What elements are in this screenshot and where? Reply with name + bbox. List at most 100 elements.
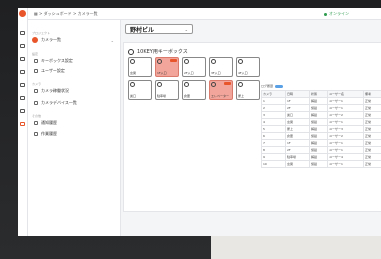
camera-label: 倉庫 (184, 94, 191, 98)
alert-badge (224, 82, 231, 85)
chart-icon[interactable] (20, 83, 25, 87)
cell: 正常 (362, 118, 381, 126)
edit-icon[interactable] (20, 122, 25, 126)
lens-icon (184, 59, 189, 64)
lens-icon (130, 82, 135, 87)
camera-tile-alert[interactable]: エレベーター (209, 80, 233, 100)
people-icon[interactable] (20, 70, 25, 74)
site-selector[interactable]: 野村ビル ⌄ (125, 24, 193, 34)
table-row[interactable]: 8 2F 施錠 ユーザー1 正常 (260, 146, 381, 154)
lens-icon (238, 59, 243, 64)
cell: 6 (260, 132, 287, 140)
connection-status: オンライン (324, 11, 349, 17)
project-selector[interactable]: カメラ一覧 ⌄ (32, 36, 114, 44)
camera-label: 3F入口 (211, 71, 221, 75)
cell: 9 (260, 153, 287, 161)
cell: 施錠 (309, 118, 329, 126)
table-row[interactable]: 3 裏口 解錠 ユーザー2 正常 (260, 111, 381, 119)
lens-icon (157, 59, 162, 64)
column-header: 備考 (362, 90, 381, 98)
cell: 駐車場 (285, 153, 311, 161)
log-history: ログ履歴 カメラ 日時 状態 ユーザー名 備考 1 1F 解錠ユーザー1 正常 … (260, 84, 381, 168)
sidebar-item-camera-devices[interactable]: カメラデバイス一覧 (34, 100, 77, 106)
cell: ユーザー1 (327, 160, 364, 168)
table-row[interactable]: 4 玄関 施錠 ユーザー1 正常 (260, 118, 381, 126)
sidebar-item-camera-status[interactable]: カメラ稼働状況 (34, 88, 69, 94)
lens-icon (211, 82, 216, 87)
cell: 解錠 (309, 125, 329, 133)
cell: 屋上 (285, 125, 311, 133)
table-row[interactable]: 5 屋上 解錠 ユーザー3 正常 (260, 125, 381, 133)
cell: 正常 (362, 139, 381, 147)
alert-badge (170, 59, 177, 62)
cell: 3 (260, 111, 287, 119)
cell: 正常 (362, 146, 381, 154)
user-icon (34, 69, 38, 73)
table-row[interactable]: 1 1F 解錠 ユーザー1 正常 (260, 97, 381, 105)
column-header: ユーザー名 (327, 90, 364, 98)
table-row[interactable]: 7 1F 解錠 ユーザー1 正常 (260, 139, 381, 147)
camera-tile[interactable]: 駐車場 (155, 80, 179, 100)
table-row[interactable]: 9 駐車場 解錠 ユーザー4 正常 (260, 153, 381, 161)
camera-label: 4F入口 (238, 71, 248, 75)
cell: 玄関 (285, 160, 311, 168)
cell: ユーザー2 (327, 132, 364, 140)
calendar-icon[interactable] (20, 96, 25, 100)
breadcrumb[interactable]: ▦ > ダッシュボード > カメラ一覧 (34, 11, 98, 17)
camera-tile[interactable]: 玄関 (128, 57, 152, 77)
cell: 2F (285, 104, 311, 112)
section-admin: 設定 (32, 52, 39, 56)
sidebar-item-keybox-settings[interactable]: キーボックス設定 (34, 58, 73, 64)
sidebar-item-label: 通知履歴 (41, 120, 57, 125)
panel-title-text: 10KEY用キーボックス (137, 49, 188, 55)
cell: 5 (260, 125, 287, 133)
panel-title: 10KEY用キーボックス (128, 48, 188, 55)
camera-tile[interactable]: 4F入口 (236, 57, 260, 77)
cell: 正常 (362, 104, 381, 112)
cell: 解錠 (309, 139, 329, 147)
camera-tile[interactable]: 裏口 (128, 80, 152, 100)
user-icon[interactable] (20, 109, 25, 113)
cell: 4 (260, 118, 287, 126)
camera-label: 玄関 (130, 71, 137, 75)
cell: 1 (260, 97, 287, 105)
camera-tile[interactable]: 倉庫 (182, 80, 206, 100)
camera-label: エレベーター (211, 94, 230, 98)
sidebar-item-work-history[interactable]: 作業履歴 (34, 131, 57, 137)
cell: 施錠 (309, 104, 329, 112)
icon-rail (18, 8, 28, 236)
grid-icon[interactable] (20, 31, 25, 35)
camera-tile[interactable]: 屋上 (236, 80, 260, 100)
cell: 10 (260, 160, 287, 168)
section-project: プロジェクト (32, 31, 51, 35)
project-avatar-icon (32, 37, 38, 43)
table-row[interactable]: 10 玄関 施錠 ユーザー1 正常 (260, 160, 381, 168)
camera-tile[interactable]: 2F入口 (182, 57, 206, 77)
cell: 正常 (362, 160, 381, 168)
lens-icon (130, 59, 135, 64)
cell: 正常 (362, 111, 381, 119)
lens-icon (184, 82, 189, 87)
log-table-header: カメラ 日時 状態 ユーザー名 備考 (260, 90, 381, 98)
site-name: 野村ビル (130, 26, 155, 34)
pin-icon[interactable] (20, 57, 25, 61)
sidebar-item-notification-history[interactable]: 通知履歴 (34, 120, 57, 126)
cell: ユーザー1 (327, 118, 364, 126)
flag-icon[interactable] (20, 44, 25, 48)
table-row[interactable]: 2 2F 施錠 ユーザー1 正常 (260, 104, 381, 112)
log-toggle[interactable] (275, 84, 284, 88)
cell: 8 (260, 146, 287, 154)
cell: ユーザー3 (327, 125, 364, 133)
cell: 正常 (362, 125, 381, 133)
app-logo-icon[interactable] (19, 10, 26, 17)
device-icon (34, 101, 38, 105)
table-row[interactable]: 6 倉庫 施錠 ユーザー2 正常 (260, 132, 381, 140)
keybox-panel: 10KEY用キーボックス 玄関 1F入口 2F入口 3F入口 4F入口 裏口 駐… (123, 42, 381, 212)
sidebar-item-user-settings[interactable]: ユーザー設定 (34, 68, 65, 74)
cell: ユーザー2 (327, 111, 364, 119)
sidebar-item-label: カメラデバイス一覧 (41, 100, 77, 105)
lens-icon (238, 82, 243, 87)
cell: 倉庫 (285, 132, 311, 140)
camera-tile[interactable]: 3F入口 (209, 57, 233, 77)
camera-tile-alert[interactable]: 1F入口 (155, 57, 179, 77)
